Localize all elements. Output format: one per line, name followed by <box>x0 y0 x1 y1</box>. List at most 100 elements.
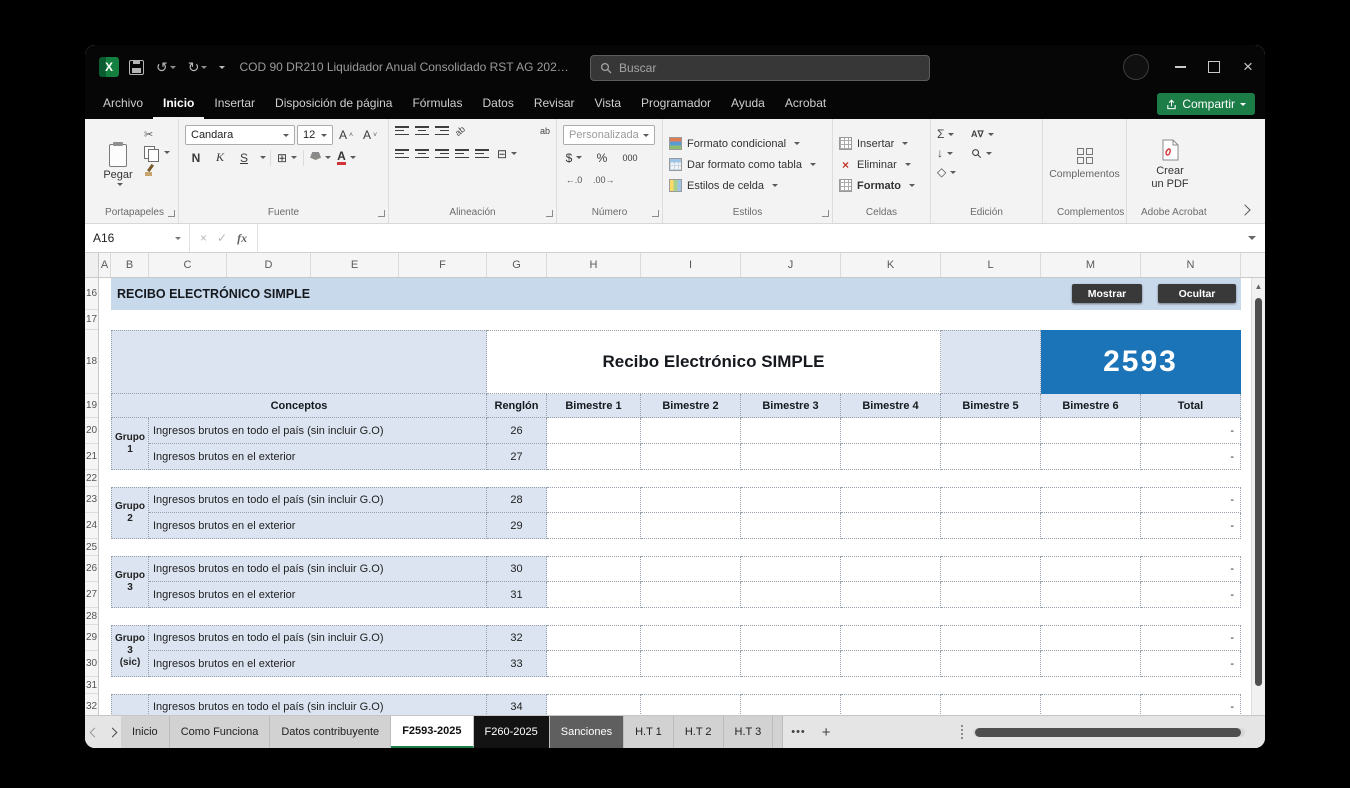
enter-check-icon[interactable]: ✓ <box>217 231 227 245</box>
bimestre-2-cell[interactable] <box>641 651 741 677</box>
column-header-A[interactable]: A <box>99 253 111 277</box>
sheet-tab-sanciones[interactable]: Sanciones <box>549 716 625 748</box>
search-box[interactable]: Buscar <box>590 55 930 81</box>
bimestre-3-cell[interactable] <box>741 418 841 444</box>
bimestre-1-cell[interactable] <box>547 418 641 444</box>
sheet-tab-como-funciona[interactable]: Como Funciona <box>169 716 271 748</box>
row-header-24[interactable]: 24 <box>85 513 98 539</box>
row-header-25[interactable]: 25 <box>85 539 98 556</box>
bimestre-3-cell[interactable] <box>741 444 841 470</box>
bimestre-6-cell[interactable] <box>1041 556 1141 582</box>
dialog-launcher-icon[interactable] <box>546 210 553 217</box>
expand-formula-bar-button[interactable] <box>1239 224 1265 252</box>
vertical-scroll-thumb[interactable] <box>1255 298 1262 686</box>
row-header-32[interactable]: 32 <box>85 694 98 715</box>
column-header-M[interactable]: M <box>1041 253 1141 277</box>
autosum-button[interactable]: Σ <box>937 126 971 142</box>
name-box[interactable]: A16 <box>85 224 190 252</box>
row-header-18[interactable]: 18 <box>85 330 98 394</box>
bimestre-5-cell[interactable] <box>941 556 1041 582</box>
bimestre-4-cell[interactable] <box>841 582 941 608</box>
menu-tab-disposición-de-página[interactable]: Disposición de página <box>265 89 402 119</box>
menu-tab-inicio[interactable]: Inicio <box>153 89 205 119</box>
bimestre-1-cell[interactable] <box>547 582 641 608</box>
dialog-launcher-icon[interactable] <box>378 210 385 217</box>
align-center-button[interactable] <box>415 148 429 159</box>
bimestre-4-cell[interactable] <box>841 694 941 715</box>
menu-tab-acrobat[interactable]: Acrobat <box>775 89 836 119</box>
sheet-scroll-left-button[interactable] <box>85 716 103 748</box>
format-cells-button[interactable]: Formato <box>839 176 924 195</box>
row-header-28[interactable]: 28 <box>85 608 98 625</box>
increase-font-button[interactable]: A ˄ <box>335 126 357 145</box>
sheet-tab-partial[interactable] <box>773 716 784 748</box>
bimestre-4-cell[interactable] <box>841 487 941 513</box>
column-header-J[interactable]: J <box>741 253 841 277</box>
bimestre-4-cell[interactable] <box>841 444 941 470</box>
bimestre-4-cell[interactable] <box>841 418 941 444</box>
vertical-scrollbar[interactable]: ▲ <box>1251 278 1265 715</box>
row-header-19[interactable]: 19 <box>85 394 98 418</box>
row-header-31[interactable]: 31 <box>85 677 98 694</box>
horizontal-scrollbar[interactable] <box>973 727 1245 737</box>
sheet-tab-h.t-2[interactable]: H.T 2 <box>673 716 724 748</box>
menu-tab-programador[interactable]: Programador <box>631 89 721 119</box>
delete-cells-button[interactable]: × Eliminar <box>839 155 924 174</box>
bimestre-4-cell[interactable] <box>841 556 941 582</box>
bimestre-5-cell[interactable] <box>941 444 1041 470</box>
merge-center-button[interactable]: ⊟ <box>495 144 519 163</box>
row-header-30[interactable]: 30 <box>85 651 98 677</box>
bimestre-3-cell[interactable] <box>741 582 841 608</box>
sheet-scroll-right-button[interactable] <box>103 716 121 748</box>
row-header-17[interactable]: 17 <box>85 310 98 330</box>
decrease-decimal-button[interactable]: .00→ <box>591 170 617 189</box>
share-button[interactable]: Compartir <box>1157 93 1255 115</box>
menu-tab-revisar[interactable]: Revisar <box>524 89 585 119</box>
cut-button[interactable]: ✂ <box>144 127 170 141</box>
bimestre-6-cell[interactable] <box>1041 651 1141 677</box>
sheet-tab-inicio[interactable]: Inicio <box>121 716 170 748</box>
add-sheet-button[interactable]: + <box>814 716 839 748</box>
insert-cells-button[interactable]: Insertar <box>839 134 924 153</box>
insert-function-icon[interactable]: fx <box>237 231 247 246</box>
font-size-select[interactable]: 12 <box>297 125 333 145</box>
addins-button[interactable]: Complementos <box>1049 124 1120 205</box>
format-as-table-button[interactable]: Dar formato como tabla <box>669 155 826 174</box>
bimestre-5-cell[interactable] <box>941 513 1041 539</box>
ocultar-button[interactable]: Ocultar <box>1158 284 1236 303</box>
menu-tab-fórmulas[interactable]: Fórmulas <box>402 89 472 119</box>
sheet-tab-f2593-2025[interactable]: F2593-2025 <box>391 716 474 748</box>
bimestre-2-cell[interactable] <box>641 582 741 608</box>
bimestre-3-cell[interactable] <box>741 625 841 651</box>
comma-format-button[interactable]: 000 <box>619 148 641 167</box>
row-header-16[interactable]: 16 <box>85 278 98 310</box>
column-header-L[interactable]: L <box>941 253 1041 277</box>
menu-tab-insertar[interactable]: Insertar <box>204 89 265 119</box>
cancel-icon[interactable]: × <box>200 231 207 245</box>
align-bottom-button[interactable] <box>435 125 449 136</box>
bimestre-3-cell[interactable] <box>741 694 841 715</box>
bimestre-5-cell[interactable] <box>941 418 1041 444</box>
sheet-tab-datos-contribuyente[interactable]: Datos contribuyente <box>270 716 392 748</box>
save-button[interactable] <box>129 59 144 75</box>
dialog-launcher-icon[interactable] <box>168 210 175 217</box>
cell-styles-button[interactable]: Estilos de celda <box>669 176 826 195</box>
bimestre-4-cell[interactable] <box>841 513 941 539</box>
bimestre-5-cell[interactable] <box>941 694 1041 715</box>
bimestre-1-cell[interactable] <box>547 513 641 539</box>
bimestre-5-cell[interactable] <box>941 487 1041 513</box>
row-header-29[interactable]: 29 <box>85 625 98 651</box>
bimestre-2-cell[interactable] <box>641 694 741 715</box>
column-header-E[interactable]: E <box>311 253 399 277</box>
dialog-launcher-icon[interactable] <box>822 210 829 217</box>
bimestre-1-cell[interactable] <box>547 487 641 513</box>
decrease-font-button[interactable]: A ˅ <box>359 126 381 145</box>
column-header-K[interactable]: K <box>841 253 941 277</box>
bimestre-6-cell[interactable] <box>1041 487 1141 513</box>
orientation-button[interactable]: ab <box>453 123 467 137</box>
align-left-button[interactable] <box>395 148 409 159</box>
minimize-button[interactable] <box>1163 45 1197 89</box>
bimestre-1-cell[interactable] <box>547 625 641 651</box>
tab-splitter-handle[interactable] <box>961 725 967 739</box>
percent-format-button[interactable]: % <box>591 148 613 167</box>
